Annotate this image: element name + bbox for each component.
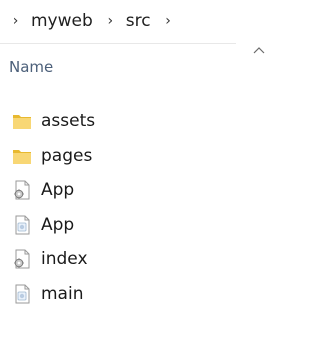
blank-settings-file-icon: [11, 214, 33, 236]
breadcrumb-item-src[interactable]: src: [126, 11, 151, 31]
file-name: pages: [41, 145, 93, 166]
list-item-pages[interactable]: pages: [0, 139, 270, 174]
folder-icon: [11, 110, 33, 132]
blank-settings-file-icon: [11, 283, 33, 305]
breadcrumb-divider: [0, 43, 236, 44]
column-header-name[interactable]: Name: [9, 58, 53, 76]
file-name: App: [41, 214, 75, 235]
file-name: App: [41, 180, 75, 201]
list-item-assets[interactable]: assets: [0, 104, 270, 139]
breadcrumb-chevron-icon[interactable]: ›: [10, 13, 21, 29]
file-name: index: [41, 249, 88, 270]
list-item-main[interactable]: main: [0, 277, 270, 312]
file-list: assets pages App App index main: [0, 104, 270, 311]
list-item-app-1[interactable]: App: [0, 173, 270, 208]
breadcrumb-chevron-icon[interactable]: ›: [163, 13, 174, 29]
sort-ascending-icon[interactable]: [252, 44, 266, 58]
breadcrumb-chevron-icon[interactable]: ›: [105, 13, 116, 29]
file-name: main: [41, 283, 84, 304]
breadcrumb-item-myweb[interactable]: myweb: [31, 11, 93, 31]
breadcrumb: › myweb › src ›: [0, 4, 262, 38]
list-item-app-2[interactable]: App: [0, 208, 270, 243]
settings-file-icon: [11, 248, 33, 270]
column-header-row: Name: [0, 47, 270, 88]
file-name: assets: [41, 111, 96, 132]
folder-icon: [11, 145, 33, 167]
list-item-index[interactable]: index: [0, 242, 270, 277]
settings-file-icon: [11, 179, 33, 201]
file-explorer-pane: › myweb › src › Name assets pages App Ap…: [0, 0, 270, 349]
